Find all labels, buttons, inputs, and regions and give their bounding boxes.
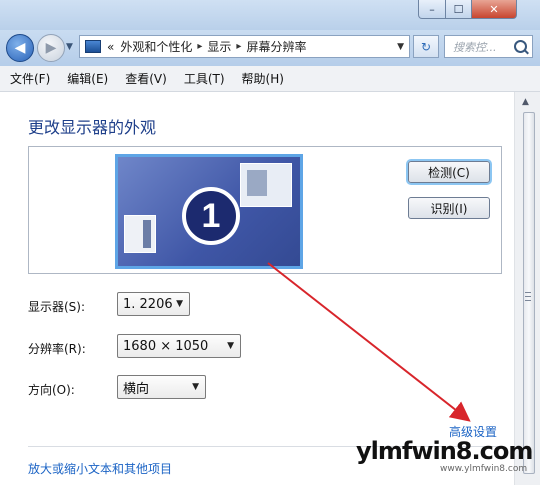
breadcrumb-appearance[interactable]: 外观和个性化 [120,38,192,55]
search-icon[interactable] [514,40,527,53]
breadcrumb-separator-icon[interactable]: ▸ [236,41,241,52]
identify-button[interactable]: 识别(I) [408,197,490,219]
menu-view[interactable]: 查看(V) [125,70,167,87]
breadcrumb-resolution[interactable]: 屏幕分辨率 [246,38,306,55]
window-thumbnail-icon [240,163,292,207]
minimize-button[interactable]: – [418,0,446,19]
display-select-value: 1. 2206 [123,296,173,312]
resolution-select[interactable]: 1680 × 1050 ▼ [117,334,241,358]
monitor-number-badge: 1 [182,187,240,245]
orientation-select-value: 横向 [123,381,150,397]
menu-bar: 文件(F) 编辑(E) 查看(V) 工具(T) 帮助(H) [0,66,540,92]
watermark-url: www.ylmfwin8.com [440,464,528,474]
display-label: 显示器(S): [28,300,86,314]
orientation-select[interactable]: 横向 ▼ [117,375,206,399]
control-panel-icon [85,40,101,53]
page-title: 更改显示器的外观 [28,118,157,137]
detect-button[interactable]: 检测(C) [408,161,490,183]
address-bar[interactable]: « 外观和个性化 ▸ 显示 ▸ 屏幕分辨率 ▼ [79,35,410,58]
menu-help[interactable]: 帮助(H) [242,70,284,87]
chevron-down-icon: ▼ [227,341,234,351]
menu-edit[interactable]: 编辑(E) [67,70,108,87]
refresh-button[interactable]: ↻ [413,35,439,58]
recent-pages-icon[interactable]: ▼ [66,42,73,52]
search-box[interactable]: 搜索控... [444,35,533,58]
breadcrumb-display[interactable]: 显示 [207,38,231,55]
resolution-select-value: 1680 × 1050 [123,338,209,354]
search-input[interactable]: 搜索控... [453,39,497,55]
monitor-1-preview[interactable]: 1 [115,154,303,269]
window-thumbnail-icon [124,215,156,253]
menu-file[interactable]: 文件(F) [10,70,50,87]
text-size-link[interactable]: 放大或缩小文本和其他项目 [28,460,172,477]
chevron-down-icon: ▼ [192,382,199,392]
back-button[interactable]: ◀ [6,34,34,62]
display-select[interactable]: 1. 2206 ▼ [117,292,190,316]
scroll-up-icon[interactable]: ▲ [522,97,529,107]
refresh-icon: ↻ [420,39,432,54]
back-arrow-icon: ◀ [14,40,26,56]
menu-tools[interactable]: 工具(T) [184,70,225,87]
orientation-label: 方向(O): [28,383,75,397]
title-bar: – ☐ ✕ [0,0,540,30]
breadcrumb-overflow[interactable]: « [107,40,114,54]
breadcrumb-separator-icon[interactable]: ▸ [197,41,202,52]
resolution-label: 分辨率(R): [28,342,86,356]
close-button[interactable]: ✕ [471,0,517,19]
maximize-button[interactable]: ☐ [445,0,472,19]
forward-arrow-icon: ▶ [45,40,57,56]
chevron-down-icon: ▼ [176,299,183,309]
vertical-scrollbar[interactable]: ▲ [514,92,540,485]
scroll-grip-icon [525,292,531,301]
navigation-bar: ◀ ▶ ▼ « 外观和个性化 ▸ 显示 ▸ 屏幕分辨率 ▼ ↻ 搜索控... [0,30,540,66]
address-dropdown-icon[interactable]: ▼ [397,42,404,52]
watermark-logo: ylmfwin8.com [356,437,533,465]
forward-button[interactable]: ▶ [37,34,65,62]
